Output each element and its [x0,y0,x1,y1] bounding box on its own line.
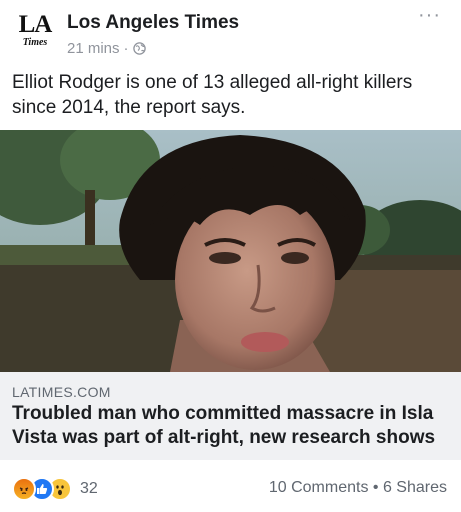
meta-separator: · [123,40,129,57]
post-header: LA Times Los Angeles Times 21 mins · ··· [0,0,461,66]
shares-count[interactable]: 6 Shares [383,479,447,496]
link-preview-image[interactable] [0,130,461,372]
post-text: Elliot Rodger is one of 13 alleged all-r… [12,72,413,118]
page-avatar[interactable]: LA Times [12,8,58,54]
link-preview[interactable]: LATIMES.COM Troubled man who committed m… [0,372,461,460]
logo-la-text: LA [18,11,53,38]
link-headline[interactable]: Troubled man who committed massacre in I… [12,402,452,450]
reaction-count: 32 [80,480,98,497]
portrait-photo [0,130,461,372]
engagement-stats: 10 Comments • 6 Shares [269,479,447,497]
more-options-icon[interactable]: ··· [418,5,441,25]
stats-separator: • [372,479,379,496]
reactions-summary[interactable]: 32 [12,477,98,501]
post-meta: 21 mins · [67,40,146,57]
facebook-post: LA Times Los Angeles Times 21 mins · ···… [0,0,461,512]
comments-count[interactable]: 10 Comments [269,479,369,496]
link-domain: LATIMES.COM [12,384,111,400]
post-footer: 32 10 Comments • 6 Shares [0,460,461,512]
page-name[interactable]: Los Angeles Times [67,12,239,34]
logo-times-text: Times [22,37,48,48]
post-time[interactable]: 21 mins [67,40,120,57]
angry-reaction-icon [12,477,36,501]
globe-icon [132,42,146,55]
